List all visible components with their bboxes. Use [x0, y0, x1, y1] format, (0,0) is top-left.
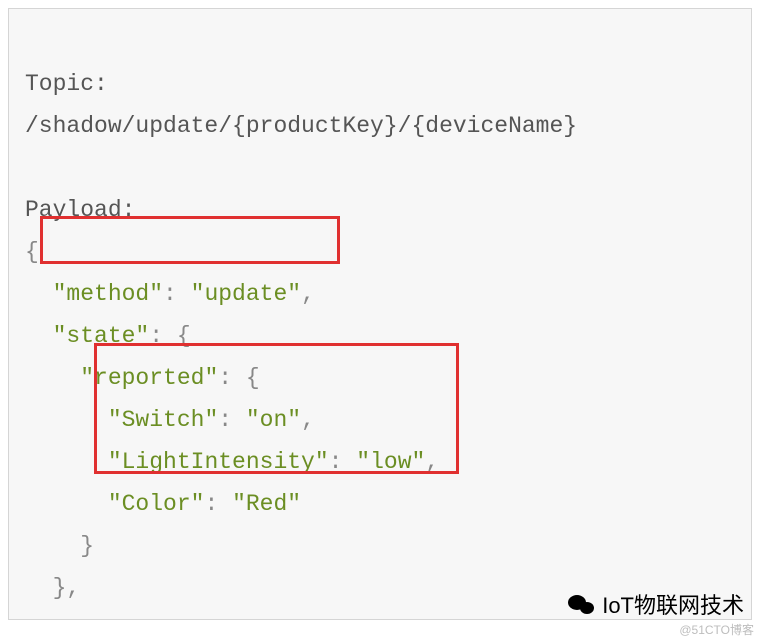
key-reported: "reported"	[80, 365, 218, 391]
colon: :	[163, 281, 191, 307]
val-color: "Red"	[232, 491, 301, 517]
watermark-sub: @51CTO博客	[679, 621, 754, 638]
brace-close-state: }	[53, 575, 67, 601]
comma: ,	[301, 281, 315, 307]
topic-label: Topic:	[25, 71, 108, 97]
key-version: "version"	[53, 617, 177, 620]
val-switch: "on"	[246, 407, 301, 433]
brace-close-reported: }	[80, 533, 94, 559]
comma: ,	[301, 407, 315, 433]
wechat-icon	[568, 593, 596, 617]
topic-path: /shadow/update/{productKey}/{deviceName}	[25, 113, 577, 139]
brace-open-root: {	[25, 239, 39, 265]
val-light: "low"	[356, 449, 425, 475]
colon: :	[204, 491, 232, 517]
watermark-main-text: IoT物联网技术	[602, 593, 744, 618]
brace-open-state: {	[177, 323, 191, 349]
key-method: "method"	[53, 281, 163, 307]
watermark-main: IoT物联网技术	[568, 588, 744, 620]
colon: :	[329, 449, 357, 475]
comma: ,	[425, 449, 439, 475]
val-method: "update"	[191, 281, 301, 307]
key-light: "LightIntensity"	[108, 449, 329, 475]
brace-open-reported: {	[246, 365, 260, 391]
colon: :	[177, 617, 205, 620]
key-switch: "Switch"	[108, 407, 218, 433]
comma: ,	[66, 575, 80, 601]
payload-label: Payload:	[25, 197, 135, 223]
val-version: 1	[204, 617, 218, 620]
key-state: "state"	[53, 323, 150, 349]
colon: :	[218, 365, 246, 391]
key-color: "Color"	[108, 491, 205, 517]
colon: :	[149, 323, 177, 349]
code-panel: Topic: /shadow/update/{productKey}/{devi…	[8, 8, 752, 620]
colon: :	[218, 407, 246, 433]
